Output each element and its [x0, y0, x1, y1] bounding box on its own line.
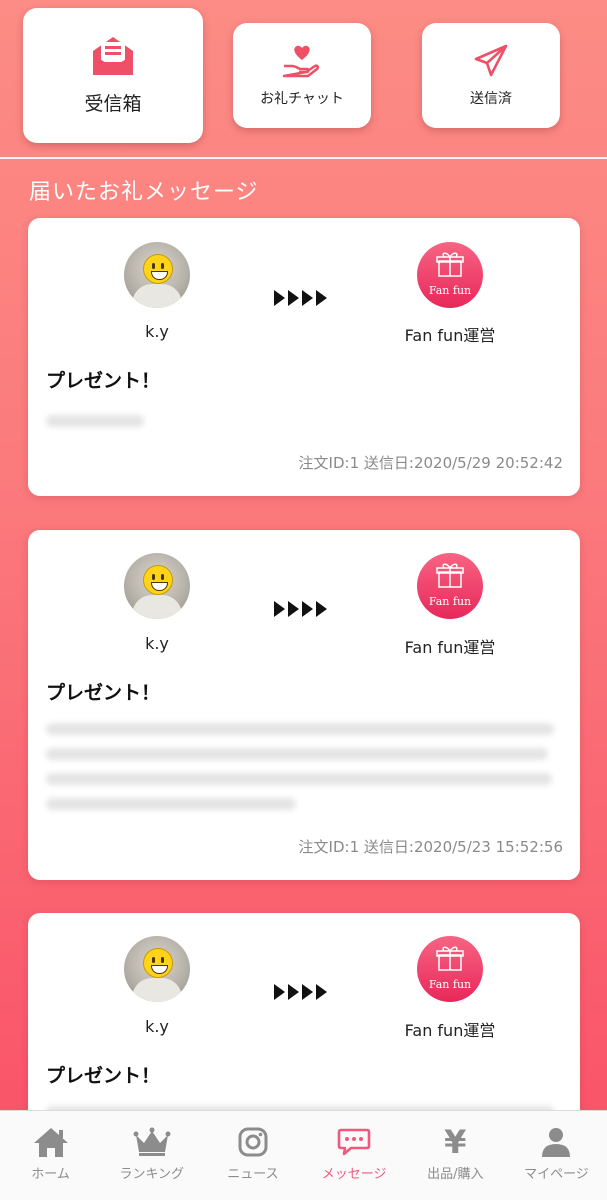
arrow-icon [274, 984, 327, 1000]
blurred-message-text [46, 415, 144, 427]
tab-sell-buy-label: 出品/購入 [427, 1167, 484, 1182]
logo-text: Fan fun [428, 978, 472, 991]
blurred-message-text [46, 723, 554, 735]
tab-message[interactable]: メッセージ [304, 1111, 405, 1200]
tab-news-label: ニュース [227, 1167, 279, 1182]
instagram-icon [237, 1125, 269, 1159]
sender-avatar [124, 242, 190, 308]
heart-hand-icon [282, 44, 322, 82]
fanfun-logo: Fan fun [417, 242, 483, 308]
blurred-message-text [46, 748, 548, 760]
tab-home[interactable]: ホーム [0, 1111, 101, 1200]
sender-name: k.y [145, 634, 169, 653]
section-title: 届いたお礼メッセージ [29, 180, 259, 205]
message-card[interactable]: Fan fun k.y Fan fun運営 プレゼント！ 注文ID:1 送信日:… [28, 530, 580, 880]
tab-sent-label: 送信済 [470, 90, 512, 107]
bottom-tab-bar: ホーム ランキング ニュース メッセージ ¥ 出品/購入 マイページ [0, 1110, 607, 1200]
recipient-name: Fan fun運営 [404, 326, 496, 345]
tab-inbox-label: 受信箱 [84, 93, 142, 115]
envelope-icon [90, 35, 136, 81]
tab-inbox[interactable]: 受信箱 [23, 8, 203, 143]
arrow-icon [274, 290, 327, 306]
tab-news[interactable]: ニュース [202, 1111, 303, 1200]
sender-name: k.y [145, 1017, 169, 1036]
arrow-icon [274, 601, 327, 617]
logo-text: Fan fun [428, 595, 472, 608]
sender-name: k.y [145, 322, 169, 341]
person-icon [540, 1125, 572, 1159]
tab-sell-buy[interactable]: ¥ 出品/購入 [405, 1111, 506, 1200]
tab-home-label: ホーム [31, 1167, 70, 1182]
recipient-name: Fan fun運営 [404, 638, 496, 657]
tab-ranking-label: ランキング [119, 1167, 185, 1182]
yen-icon: ¥ [444, 1123, 467, 1161]
blurred-message-text [46, 773, 552, 785]
message-title: プレゼント！ [46, 1065, 161, 1087]
tab-mypage[interactable]: マイページ [506, 1111, 607, 1200]
sender-avatar [124, 936, 190, 1002]
message-title: プレゼント！ [46, 682, 161, 704]
fanfun-logo: Fan fun [417, 936, 483, 1002]
chat-bubble-icon [337, 1125, 371, 1159]
tab-ranking[interactable]: ランキング [101, 1111, 202, 1200]
blurred-message-text [46, 798, 296, 810]
home-icon [32, 1125, 70, 1159]
message-meta: 注文ID:1 送信日:2020/5/29 20:52:42 [298, 454, 563, 472]
sender-avatar [124, 553, 190, 619]
paper-plane-icon [473, 44, 509, 82]
tab-thanks-chat[interactable]: お礼チャット [233, 23, 371, 128]
message-box-tabs: 受信箱 お礼チャット 送信済 [0, 0, 607, 158]
message-card[interactable]: Fan fun k.y Fan fun運営 プレゼント！ 注文ID:1 送信日:… [28, 218, 580, 496]
tab-thanks-chat-label: お礼チャット [260, 90, 344, 107]
recipient-name: Fan fun運営 [404, 1021, 496, 1040]
fanfun-logo: Fan fun [417, 553, 483, 619]
divider [0, 157, 607, 159]
tab-sent[interactable]: 送信済 [422, 23, 560, 128]
crown-icon [133, 1125, 171, 1159]
tab-mypage-label: マイページ [524, 1167, 589, 1182]
tab-message-label: メッセージ [321, 1167, 387, 1182]
message-title: プレゼント！ [46, 370, 161, 392]
logo-text: Fan fun [428, 284, 472, 297]
message-meta: 注文ID:1 送信日:2020/5/23 15:52:56 [298, 838, 563, 856]
